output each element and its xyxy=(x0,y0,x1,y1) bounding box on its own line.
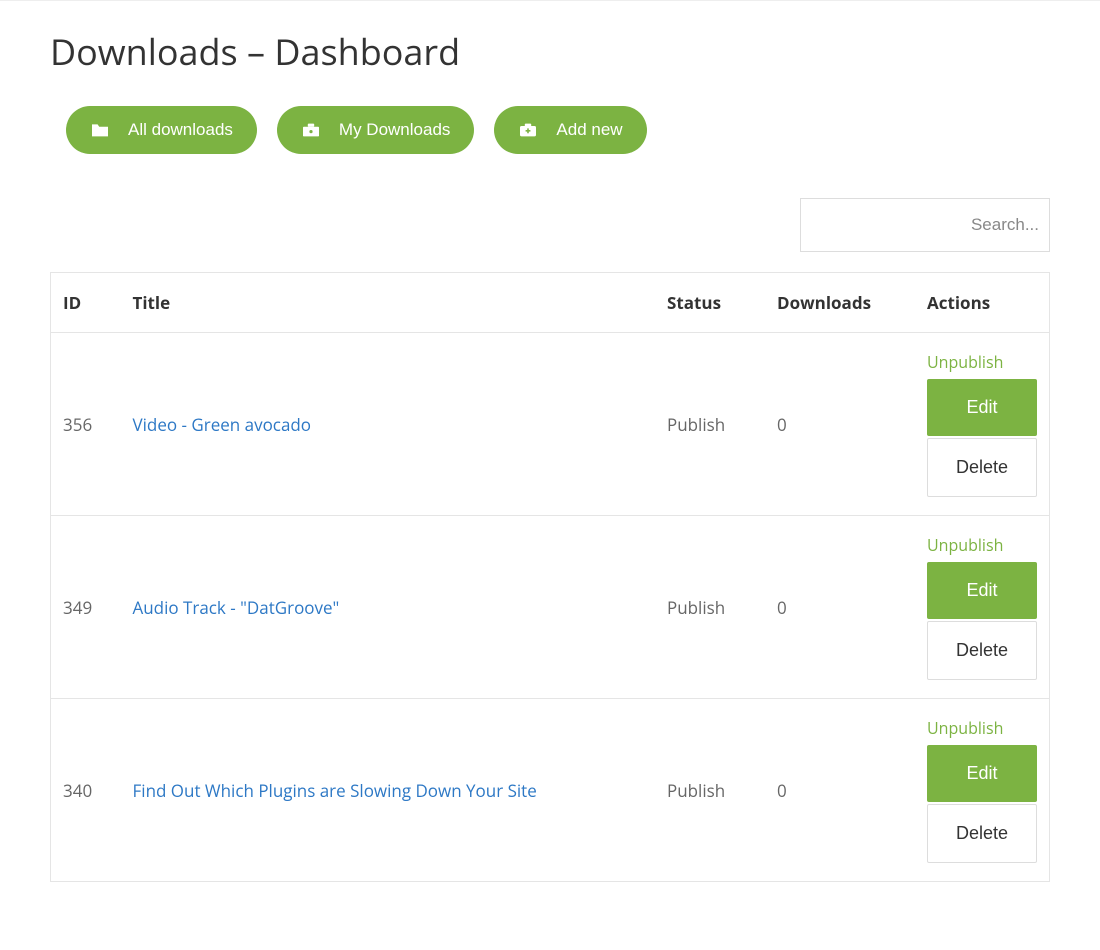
cell-status: Publish xyxy=(655,516,765,699)
unpublish-link[interactable]: Unpublish xyxy=(927,717,1003,739)
title-link[interactable]: Find Out Which Plugins are Slowing Down … xyxy=(133,779,537,802)
folder-icon xyxy=(90,122,110,138)
table-row: 340 Find Out Which Plugins are Slowing D… xyxy=(51,699,1050,882)
title-link[interactable]: Video - Green avocado xyxy=(133,413,312,436)
col-header-downloads: Downloads xyxy=(765,273,915,333)
cell-downloads: 0 xyxy=(765,333,915,516)
my-downloads-label: My Downloads xyxy=(339,120,451,140)
col-header-status: Status xyxy=(655,273,765,333)
edit-button[interactable]: Edit xyxy=(927,379,1037,436)
cell-status: Publish xyxy=(655,333,765,516)
title-link[interactable]: Audio Track - "DatGroove" xyxy=(133,596,340,619)
add-new-button[interactable]: Add new xyxy=(494,106,646,154)
cell-id: 356 xyxy=(51,333,121,516)
downloads-table: ID Title Status Downloads Actions 356 Vi… xyxy=(50,272,1050,882)
add-new-label: Add new xyxy=(556,120,622,140)
camera-plus-icon xyxy=(518,122,538,138)
cell-downloads: 0 xyxy=(765,516,915,699)
table-row: 349 Audio Track - "DatGroove" Publish 0 … xyxy=(51,516,1050,699)
unpublish-link[interactable]: Unpublish xyxy=(927,534,1003,556)
cell-id: 340 xyxy=(51,699,121,882)
col-header-actions: Actions xyxy=(915,273,1050,333)
all-downloads-label: All downloads xyxy=(128,120,233,140)
edit-button[interactable]: Edit xyxy=(927,745,1037,802)
col-header-id: ID xyxy=(51,273,121,333)
table-row: 356 Video - Green avocado Publish 0 Unpu… xyxy=(51,333,1050,516)
col-header-title: Title xyxy=(121,273,656,333)
page-title: Downloads – Dashboard xyxy=(50,27,1050,76)
search-input[interactable] xyxy=(800,198,1050,252)
cell-downloads: 0 xyxy=(765,699,915,882)
cell-status: Publish xyxy=(655,699,765,882)
cell-id: 349 xyxy=(51,516,121,699)
edit-button[interactable]: Edit xyxy=(927,562,1037,619)
delete-button[interactable]: Delete xyxy=(927,621,1037,680)
briefcase-icon xyxy=(301,122,321,138)
all-downloads-button[interactable]: All downloads xyxy=(66,106,257,154)
my-downloads-button[interactable]: My Downloads xyxy=(277,106,475,154)
delete-button[interactable]: Delete xyxy=(927,804,1037,863)
delete-button[interactable]: Delete xyxy=(927,438,1037,497)
top-button-row: All downloads My Downloads Add new xyxy=(50,106,1050,154)
unpublish-link[interactable]: Unpublish xyxy=(927,351,1003,373)
